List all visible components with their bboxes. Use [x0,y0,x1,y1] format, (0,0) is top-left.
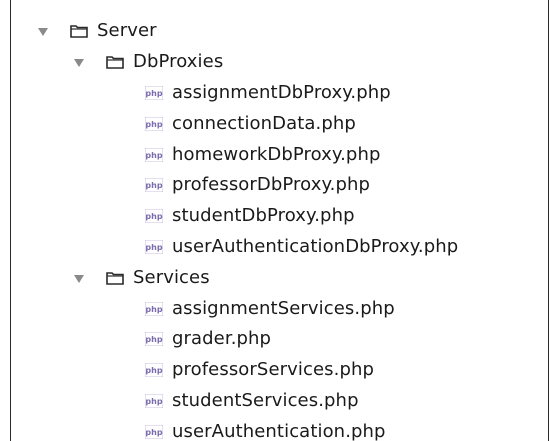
php-file-icon: php [145,85,163,100]
tree-node-server[interactable]: Server [11,16,548,47]
tree-file-item[interactable]: php professorDbProxy.php [11,170,548,201]
file-label: grader.php [172,328,272,350]
file-label: studentServices.php [172,389,359,411]
php-file-icon: php [145,363,163,378]
php-file-icon: php [145,301,163,316]
php-file-icon: php [145,393,163,408]
file-tree: Server DbProxies php assignmentDbProxy.p… [11,16,548,441]
file-label: studentDbProxy.php [172,205,355,227]
svg-text:php: php [145,212,162,221]
php-file-icon: php [145,178,163,193]
tree-file-item[interactable]: php studentServices.php [11,386,548,417]
tree-file-item[interactable]: php studentDbProxy.php [11,201,548,232]
tree-node-label: DbProxies [133,51,224,73]
svg-text:php: php [145,243,162,252]
file-label: assignmentServices.php [172,297,395,319]
svg-text:php: php [145,428,162,437]
file-label: userAuthenticationDbProxy.php [172,235,459,257]
php-file-icon: php [145,209,163,224]
project-tree-panel: Server DbProxies php assignmentDbProxy.p… [10,0,549,441]
tree-node-services[interactable]: Services [11,262,548,293]
svg-text:php: php [145,366,162,375]
folder-icon [106,55,124,69]
tree-node-label: Server [97,20,157,42]
tree-file-item[interactable]: php grader.php [11,324,548,355]
tree-file-item[interactable]: php userAuthentication.php [11,416,548,441]
svg-text:php: php [145,89,162,98]
php-file-icon: php [145,116,163,131]
folder-icon [106,271,124,285]
svg-text:php: php [145,120,162,129]
svg-text:php: php [145,305,162,314]
tree-file-item[interactable]: php homeworkDbProxy.php [11,139,548,170]
svg-text:php: php [145,397,162,406]
svg-text:php: php [145,151,162,160]
tree-file-item[interactable]: php assignmentServices.php [11,293,548,324]
expand-arrow-icon[interactable] [38,26,48,37]
svg-text:php: php [145,335,162,344]
php-file-icon: php [145,147,163,162]
tree-node-label: Services [133,266,210,288]
tree-file-item[interactable]: php connectionData.php [11,108,548,139]
file-label: userAuthentication.php [172,420,386,441]
tree-file-item[interactable]: php professorServices.php [11,355,548,386]
file-label: professorDbProxy.php [172,174,371,196]
tree-file-item[interactable]: php userAuthenticationDbProxy.php [11,232,548,263]
tree-file-item[interactable]: php assignmentDbProxy.php [11,78,548,109]
file-label: professorServices.php [172,359,375,381]
expand-arrow-icon[interactable] [74,273,84,283]
tree-node-dbproxies[interactable]: DbProxies [11,47,548,78]
svg-text:php: php [145,181,162,190]
expand-arrow-icon[interactable] [74,57,84,68]
file-label: homeworkDbProxy.php [172,143,381,165]
folder-icon [70,24,88,39]
file-label: assignmentDbProxy.php [172,81,391,103]
php-file-icon: php [145,239,163,254]
php-file-icon: php [145,424,163,439]
file-label: connectionData.php [172,112,356,134]
php-file-icon: php [145,332,163,347]
